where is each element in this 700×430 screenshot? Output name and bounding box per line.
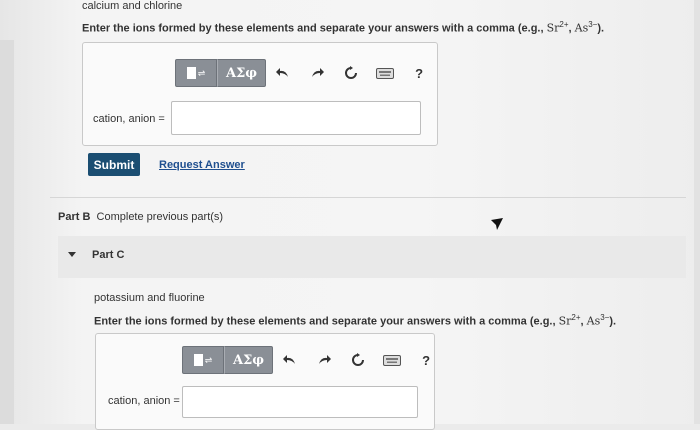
- part-c-template-matrix-button[interactable]: ⇌: [182, 346, 224, 374]
- part-c-math-toolbar: ⇌ ΑΣφ ?: [182, 346, 443, 374]
- undo-icon[interactable]: [266, 60, 300, 86]
- part-c-cation-anion-input[interactable]: [182, 386, 418, 418]
- instruction-text: Enter the ions formed by these elements …: [82, 20, 605, 35]
- math-toolbar: ⇌ ΑΣφ ?: [175, 59, 436, 87]
- sqrt-icon: ⇌: [204, 354, 213, 365]
- part-c-element-pair: potassium and fluorine: [94, 292, 205, 304]
- part-c-instruction: Enter the ions formed by these elements …: [94, 313, 617, 328]
- submit-button[interactable]: Submit: [88, 153, 140, 176]
- redo-icon[interactable]: [300, 60, 334, 86]
- redo-icon[interactable]: [307, 347, 341, 373]
- part-c-header-row[interactable]: Part C: [58, 236, 686, 278]
- cursor-icon: [491, 218, 503, 237]
- request-answer-link[interactable]: Request Answer: [159, 159, 245, 171]
- section-divider: [50, 197, 686, 198]
- matrix-icon: [193, 354, 203, 366]
- matrix-icon: [186, 67, 196, 79]
- answer-panel: ⇌ ΑΣφ ? cation, anion =: [82, 42, 438, 146]
- keyboard-icon[interactable]: [375, 347, 409, 373]
- part-c-greek-symbols-button[interactable]: ΑΣφ: [224, 346, 274, 374]
- field-label: cation, anion =: [93, 113, 165, 125]
- help-icon[interactable]: ?: [409, 347, 443, 373]
- undo-icon[interactable]: [273, 347, 307, 373]
- element-pair-text: calcium and chlorine: [82, 0, 183, 12]
- collapse-caret-icon: [68, 252, 76, 257]
- part-c-answer-panel: ⇌ ΑΣφ ? cation, anion =: [95, 333, 435, 430]
- greek-symbols-button[interactable]: ΑΣφ: [217, 59, 267, 87]
- part-c-label: Part C: [92, 249, 125, 261]
- sqrt-icon: ⇌: [197, 67, 206, 78]
- part-b-header: Part B Complete previous part(s): [58, 211, 224, 223]
- right-edge: [694, 0, 700, 424]
- part-c-field-label: cation, anion =: [108, 395, 180, 407]
- reset-icon[interactable]: [341, 347, 375, 373]
- template-matrix-button[interactable]: ⇌: [175, 59, 217, 87]
- left-edge: [0, 40, 14, 424]
- help-icon[interactable]: ?: [402, 60, 436, 86]
- keyboard-icon[interactable]: [368, 60, 402, 86]
- cation-anion-input[interactable]: [171, 101, 421, 135]
- reset-icon[interactable]: [334, 60, 368, 86]
